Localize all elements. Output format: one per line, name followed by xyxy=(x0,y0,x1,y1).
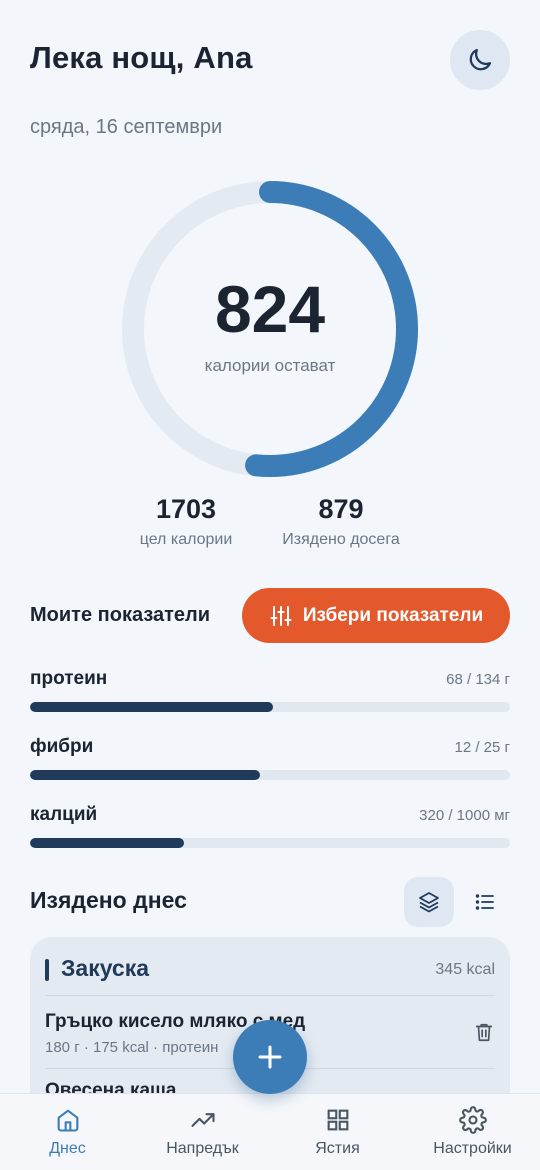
bottom-navigation: Днес Напредък Ястия Настройки xyxy=(0,1093,540,1170)
layers-icon xyxy=(419,892,439,913)
add-food-button[interactable] xyxy=(233,1020,307,1094)
grouped-view-button[interactable] xyxy=(404,877,454,927)
metric-progress-fill xyxy=(30,838,184,848)
date-label: сряда, 16 септември xyxy=(30,116,223,138)
meal-kcal: 345 kcal xyxy=(435,961,495,978)
grid-icon xyxy=(327,1109,348,1131)
sliders-icon xyxy=(270,605,292,626)
divider xyxy=(45,995,495,996)
eaten-calories-value: 879 xyxy=(318,494,364,524)
metric-progress-track xyxy=(30,702,510,712)
metric-progress-track xyxy=(30,838,510,848)
calories-remaining: 824 xyxy=(214,272,326,346)
list-icon xyxy=(475,894,494,910)
nav-item-today[interactable]: Днес xyxy=(0,1094,135,1170)
plus-icon xyxy=(258,1045,282,1069)
goal-calories-label: цел калории xyxy=(139,531,233,548)
nav-label: Настройки xyxy=(433,1140,512,1157)
metric-value: 320 / 1000 мг xyxy=(419,807,510,824)
metric-protein: протеин 68 / 134 г xyxy=(30,668,510,712)
delete-food-button[interactable] xyxy=(473,1021,495,1048)
eaten-calories-stat: 879 Изядено досега xyxy=(272,494,410,549)
calories-remaining-label: калории остават xyxy=(204,356,336,375)
list-view-button[interactable] xyxy=(460,877,510,927)
goal-calories-stat: 1703 цел калории xyxy=(130,494,242,549)
nav-item-meals[interactable]: Ястия xyxy=(270,1094,405,1170)
home-icon xyxy=(57,1109,78,1132)
meal-accent-bar xyxy=(45,959,49,981)
greeting-title: Лека нощ, Ana xyxy=(30,40,253,75)
header: Лека нощ, Ana xyxy=(30,30,510,90)
metric-name: протеин xyxy=(30,668,108,689)
metrics-title: Моите показатели xyxy=(30,604,211,626)
metric-progress-track xyxy=(30,770,510,780)
metric-progress-fill xyxy=(30,702,274,712)
metric-value: 68 / 134 г xyxy=(446,671,510,688)
nav-label: Ястия xyxy=(315,1140,360,1157)
food-item-meta: 180 г · 175 kcal · протеин xyxy=(45,1039,219,1056)
calorie-ring: 824 калории остават xyxy=(120,179,420,479)
meal-name: Закуска xyxy=(61,955,150,981)
eaten-today-title: Изядено днес xyxy=(30,887,187,913)
metric-fiber: фибри 12 / 25 г xyxy=(30,736,510,780)
goal-calories-value: 1703 xyxy=(155,494,217,524)
meal-header: Закуска 345 kcal xyxy=(45,955,495,985)
metric-name: фибри xyxy=(30,736,94,757)
metric-calcium: калций 320 / 1000 мг xyxy=(30,804,510,848)
nav-label: Днес xyxy=(49,1140,86,1157)
metric-value: 12 / 25 г xyxy=(454,739,510,756)
gear-icon xyxy=(458,1106,487,1134)
moon-icon xyxy=(469,48,492,71)
nav-item-settings[interactable]: Настройки xyxy=(405,1094,540,1170)
trending-up-icon xyxy=(190,1113,215,1127)
theme-toggle-button[interactable] xyxy=(450,30,510,90)
nav-label: Напредък xyxy=(166,1140,239,1157)
eaten-calories-label: Изядено досега xyxy=(282,531,400,548)
metric-progress-fill xyxy=(30,770,261,780)
choose-metrics-button[interactable]: Избери показатели xyxy=(242,588,510,643)
choose-metrics-label: Избери показатели xyxy=(302,604,484,626)
metric-name: калций xyxy=(30,804,98,825)
trash-icon xyxy=(475,1023,493,1042)
nav-item-progress[interactable]: Напредък xyxy=(135,1094,270,1170)
